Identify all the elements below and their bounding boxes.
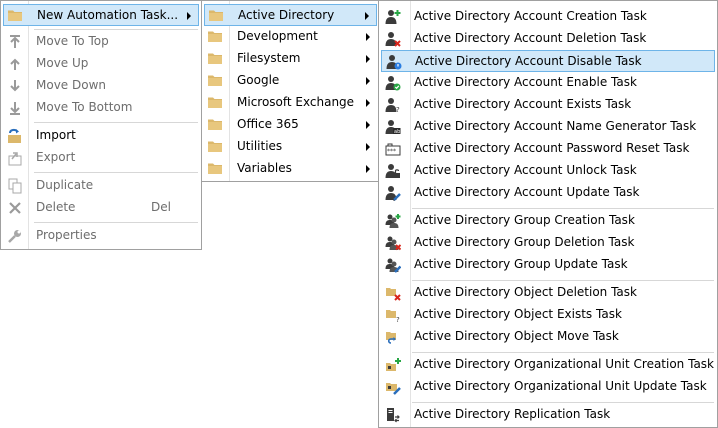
menu-item-ou-update-task[interactable]: Active Directory Organizational Unit Upd… (381, 376, 715, 398)
menu-separator (412, 352, 714, 353)
menu-item-group-update-task[interactable]: Active Directory Group Update Task (381, 254, 715, 276)
folder-icon (208, 140, 222, 152)
arrow-up-icon (10, 58, 20, 70)
menu-separator (412, 280, 714, 281)
menu-item-object-move-task[interactable]: Active Directory Object Move Task (381, 326, 715, 348)
active-directory-task-submenu: Active Directory Account Creation Task A… (378, 0, 718, 428)
folder-icon (208, 96, 222, 108)
menu-item-account-name-generator-task[interactable]: ab Active Directory Account Name Generat… (381, 116, 715, 138)
move-to-bottom-icon (10, 102, 20, 115)
object-exists-icon: ? (386, 310, 400, 323)
menu-separator (412, 208, 714, 209)
menu-item-office-365[interactable]: Office 365 (204, 114, 377, 136)
menu-item-account-creation-task[interactable]: Active Directory Account Creation Task (381, 6, 715, 28)
submenu-arrow-icon (365, 12, 369, 20)
folder-icon (208, 162, 222, 174)
menu-item-move-to-bottom[interactable]: Move To Bottom (3, 97, 199, 119)
context-menu: New Automation Task... Move To Top Move … (0, 0, 202, 250)
menu-item-import[interactable]: Import (3, 125, 199, 147)
submenu-arrow-icon (366, 33, 370, 41)
menu-item-new-automation-task[interactable]: New Automation Task... (3, 4, 199, 26)
folder-icon (209, 9, 223, 21)
menu-separator (412, 402, 714, 403)
replication-icon (387, 408, 400, 423)
import-icon (8, 128, 21, 143)
group-edit-icon (385, 257, 401, 273)
user-add-icon (385, 10, 401, 25)
menu-item-account-disable-task[interactable]: Active Directory Account Disable Task (381, 50, 715, 72)
submenu-arrow-icon (366, 143, 370, 151)
menu-item-account-password-reset-task[interactable]: *** Active Directory Account Password Re… (381, 138, 715, 160)
submenu-arrow-icon (366, 99, 370, 107)
menu-item-active-directory[interactable]: Active Directory (204, 4, 377, 26)
object-delete-icon (386, 288, 401, 301)
menu-separator (34, 222, 198, 223)
submenu-arrow-icon (366, 121, 370, 129)
menu-item-move-to-top[interactable]: Move To Top (3, 31, 199, 53)
submenu-arrow-icon (366, 55, 370, 63)
folder-icon (8, 9, 22, 21)
submenu-arrow-icon (366, 77, 370, 85)
menu-item-variables[interactable]: Variables (204, 158, 377, 180)
user-enable-icon (385, 75, 401, 91)
wrench-icon (8, 230, 21, 243)
svg-text:?: ? (396, 106, 400, 113)
menu-item-account-unlock-task[interactable]: Active Directory Account Unlock Task (381, 160, 715, 182)
menu-item-group-creation-task[interactable]: Active Directory Group Creation Task (381, 210, 715, 232)
menu-separator (34, 172, 198, 173)
menu-item-filesystem[interactable]: Filesystem (204, 48, 377, 70)
menu-item-google[interactable]: Google (204, 70, 377, 92)
menu-item-ou-creation-task[interactable]: Active Directory Organizational Unit Cre… (381, 354, 715, 376)
folder-icon (208, 52, 222, 64)
svg-text:***: *** (387, 148, 396, 155)
folder-icon (208, 74, 222, 86)
menu-item-object-exists-task[interactable]: ? Active Directory Object Exists Task (381, 304, 715, 326)
svg-text:ab: ab (394, 129, 400, 135)
menu-item-replication-task[interactable]: Active Directory Replication Task (381, 404, 715, 426)
menu-item-account-update-task[interactable]: Active Directory Account Update Task (381, 182, 715, 204)
group-add-icon (385, 214, 401, 229)
user-exists-icon: ? (385, 97, 400, 113)
menu-item-account-deletion-task[interactable]: Active Directory Account Deletion Task (381, 28, 715, 50)
arrow-down-icon (10, 80, 20, 92)
menu-item-export[interactable]: Export (3, 147, 199, 169)
duplicate-icon (8, 178, 22, 194)
menu-item-delete[interactable]: Delete Del (3, 197, 199, 219)
password-reset-icon: *** (385, 143, 401, 156)
menu-item-account-exists-task[interactable]: ? Active Directory Account Exists Task (381, 94, 715, 116)
object-move-icon (386, 332, 396, 344)
user-name-generator-icon: ab (385, 119, 401, 135)
menu-separator (34, 122, 198, 123)
group-delete-icon (385, 235, 401, 251)
menu-item-object-deletion-task[interactable]: Active Directory Object Deletion Task (381, 282, 715, 304)
menu-item-move-up[interactable]: Move Up (3, 53, 199, 75)
folder-icon (208, 30, 222, 42)
menu-item-account-enable-task[interactable]: Active Directory Account Enable Task (381, 72, 715, 94)
menu-separator (34, 29, 198, 30)
menu-item-utilities[interactable]: Utilities (204, 136, 377, 158)
move-to-top-icon (10, 35, 20, 48)
ou-add-icon (386, 358, 401, 371)
ou-edit-icon (386, 383, 401, 395)
user-delete-icon (385, 31, 401, 47)
menu-item-group-deletion-task[interactable]: Active Directory Group Deletion Task (381, 232, 715, 254)
folder-icon (208, 118, 222, 130)
submenu-arrow-icon (366, 165, 370, 173)
user-edit-icon (385, 185, 401, 201)
menu-item-microsoft-exchange[interactable]: Microsoft Exchange (204, 92, 377, 114)
menu-item-development[interactable]: Development (204, 26, 377, 48)
category-submenu: Active Directory Development Filesystem … (201, 0, 380, 182)
user-disable-icon (386, 54, 402, 70)
delete-icon (9, 202, 21, 214)
svg-text:?: ? (396, 316, 400, 323)
menu-item-properties[interactable]: Properties (3, 225, 199, 247)
export-icon (8, 152, 22, 166)
submenu-arrow-icon (187, 12, 191, 20)
menu-item-move-down[interactable]: Move Down (3, 75, 199, 97)
user-unlock-icon (385, 163, 400, 178)
menu-item-duplicate[interactable]: Duplicate (3, 175, 199, 197)
shortcut-label: Del (151, 200, 171, 214)
